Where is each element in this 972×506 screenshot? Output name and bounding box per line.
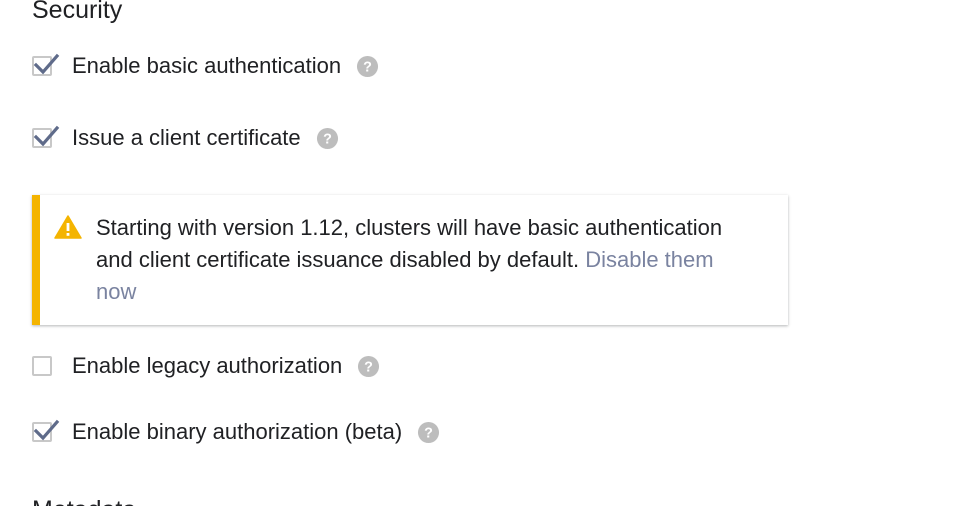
help-icon[interactable]: ? bbox=[417, 421, 440, 444]
deprecation-notice: Starting with version 1.12, clusters wil… bbox=[32, 195, 788, 325]
basic-auth-checkbox[interactable] bbox=[32, 53, 60, 76]
legacy-authz-label: Enable legacy authorization bbox=[72, 353, 343, 378]
option-basic-auth[interactable]: Enable basic authentication ? bbox=[32, 52, 379, 80]
basic-auth-label: Enable basic authentication bbox=[72, 53, 342, 78]
help-icon[interactable]: ? bbox=[316, 127, 339, 150]
notice-text: Starting with version 1.12, clusters wil… bbox=[96, 212, 756, 308]
binary-authz-checkbox[interactable] bbox=[32, 419, 60, 442]
client-cert-checkbox[interactable] bbox=[32, 125, 60, 148]
svg-text:?: ? bbox=[323, 131, 332, 147]
client-cert-label: Issue a client certificate bbox=[72, 125, 301, 150]
section-title-security: Security bbox=[32, 0, 123, 24]
security-settings-page: Security Enable basic authentication ? I… bbox=[0, 0, 972, 506]
option-client-cert[interactable]: Issue a client certificate ? bbox=[32, 124, 339, 152]
option-binary-authz[interactable]: Enable binary authorization (beta) ? bbox=[32, 418, 440, 446]
option-legacy-authz[interactable]: Enable legacy authorization ? bbox=[32, 352, 380, 380]
svg-text:?: ? bbox=[364, 359, 373, 375]
checkmark-icon bbox=[33, 125, 60, 147]
binary-authz-label: Enable binary authorization (beta) bbox=[72, 419, 403, 444]
svg-text:?: ? bbox=[363, 59, 372, 75]
checkmark-icon bbox=[33, 53, 60, 75]
help-icon[interactable]: ? bbox=[357, 355, 380, 378]
svg-text:?: ? bbox=[424, 425, 433, 441]
section-title-metadata: Metadata bbox=[32, 494, 136, 506]
legacy-authz-checkbox[interactable] bbox=[32, 356, 52, 376]
warning-icon bbox=[54, 215, 82, 239]
checkmark-icon bbox=[33, 419, 60, 441]
help-icon[interactable]: ? bbox=[356, 55, 379, 78]
